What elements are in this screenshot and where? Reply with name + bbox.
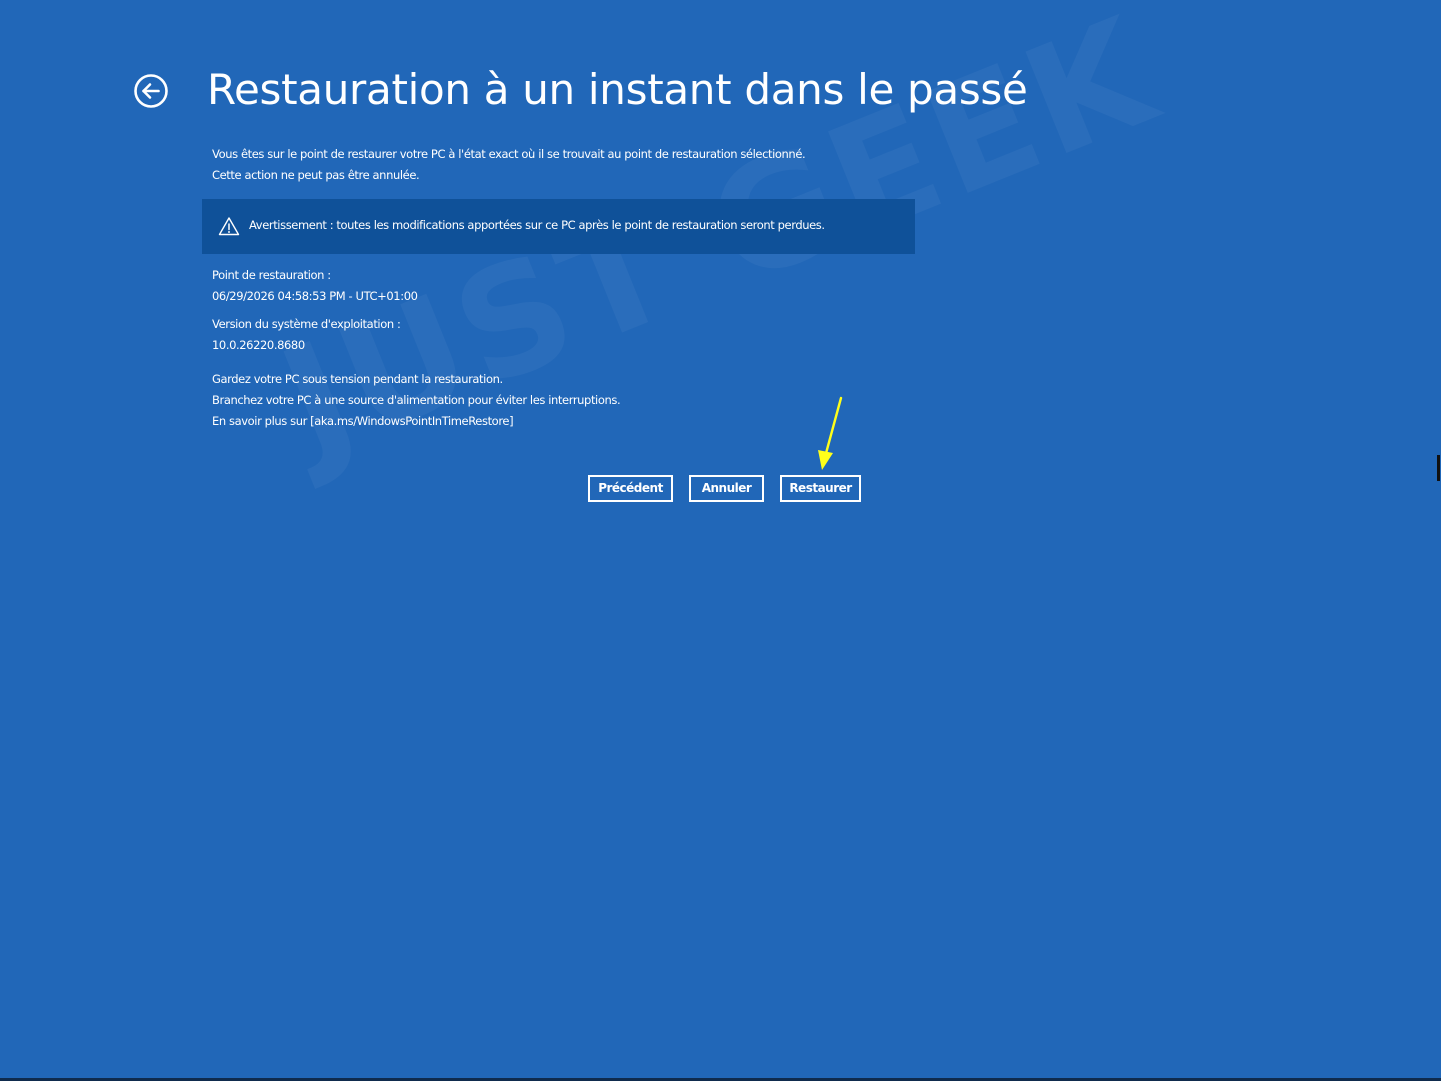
cancel-button[interactable]: Annuler <box>689 475 764 502</box>
back-arrow-svg <box>134 74 168 108</box>
back-arrow-circle-icon[interactable] <box>133 73 169 109</box>
page-title: Restauration à un instant dans le passé <box>207 65 1028 114</box>
note-power: Gardez votre PC sous tension pendant la … <box>212 372 503 386</box>
recovery-screen: JUST GEEK Restauration à un instant dans… <box>0 0 1441 1078</box>
intro-line-1: Vous êtes sur le point de restaurer votr… <box>212 147 806 161</box>
previous-button[interactable]: Précédent <box>588 475 673 502</box>
os-version-value: 10.0.26220.8680 <box>212 338 305 352</box>
intro-text: Vous êtes sur le point de restaurer votr… <box>212 144 932 186</box>
os-version-section: Version du système d'exploitation : 10.0… <box>212 314 401 356</box>
restore-point-label: Point de restauration : <box>212 268 331 282</box>
learn-more-text: En savoir plus sur [aka.ms/WindowsPointI… <box>212 414 514 428</box>
intro-line-2: Cette action ne peut pas être annulée. <box>212 168 420 182</box>
note-plug-in: Branchez votre PC à une source d'aliment… <box>212 393 621 407</box>
restore-button[interactable]: Restaurer <box>780 475 861 502</box>
warning-triangle-icon <box>218 216 240 236</box>
yellow-annotation-arrow-icon <box>818 396 843 470</box>
warning-text: Avertissement : toutes les modifications… <box>249 218 825 232</box>
restore-point-section: Point de restauration : 06/29/2026 04:58… <box>212 265 418 307</box>
restore-point-value: 06/29/2026 04:58:53 PM - UTC+01:00 <box>212 289 418 303</box>
notes-section: Gardez votre PC sous tension pendant la … <box>212 369 621 432</box>
mouse-cursor-edge <box>1437 455 1440 481</box>
os-version-label: Version du système d'exploitation : <box>212 317 401 331</box>
warning-banner: Avertissement : toutes les modifications… <box>202 199 915 254</box>
